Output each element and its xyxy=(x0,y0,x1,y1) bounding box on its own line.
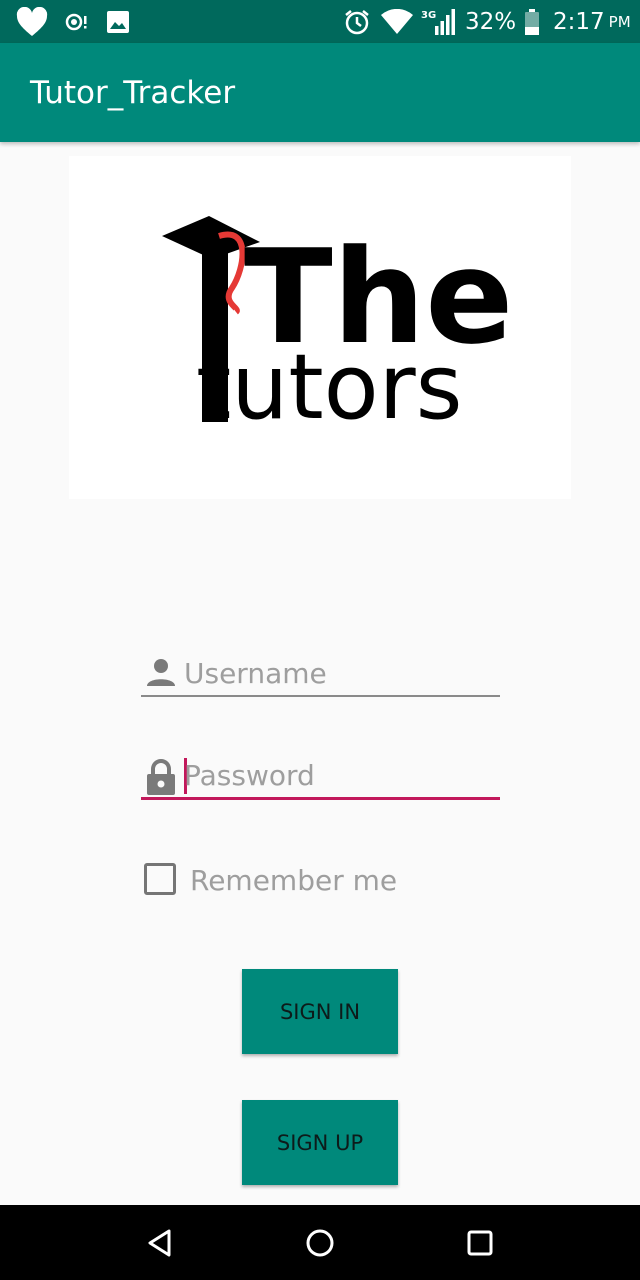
wifi-icon xyxy=(380,0,414,43)
username-field[interactable]: Username xyxy=(141,650,500,700)
remember-me-label: Remember me xyxy=(190,864,398,897)
hotspot-icon xyxy=(63,0,89,43)
remember-me-row[interactable]: Remember me xyxy=(144,860,404,900)
heart-icon xyxy=(16,0,48,43)
lock-icon xyxy=(145,758,177,801)
username-underline xyxy=(141,695,500,697)
image-icon xyxy=(106,0,130,43)
back-button[interactable] xyxy=(120,1205,200,1280)
person-icon xyxy=(145,656,177,693)
signal-3g-icon: 3G xyxy=(421,0,457,43)
status-bar: 3G 32% 2:17 PM xyxy=(0,0,640,43)
app-bar: Tutor_Tracker xyxy=(0,43,640,142)
logo-card: The tutors xyxy=(69,156,571,499)
battery-percent: 32% xyxy=(465,8,517,35)
navigation-bar xyxy=(0,1205,640,1280)
app-title: Tutor_Tracker xyxy=(30,74,236,111)
clock: 2:17 PM xyxy=(553,0,631,43)
sign-in-button[interactable]: SIGN IN xyxy=(242,969,398,1054)
remember-me-checkbox[interactable] xyxy=(144,863,176,895)
sign-up-button[interactable]: SIGN UP xyxy=(242,1100,398,1185)
alarm-icon xyxy=(343,0,371,43)
svg-text:3G: 3G xyxy=(421,10,436,21)
username-placeholder: Username xyxy=(184,657,327,690)
recents-icon xyxy=(467,1230,493,1255)
home-button[interactable] xyxy=(280,1205,360,1280)
password-field[interactable]: Password xyxy=(141,752,500,804)
logo-line2: tutors xyxy=(196,335,463,440)
the-tutors-logo: The tutors xyxy=(162,216,513,440)
clock-ampm: PM xyxy=(608,12,631,31)
recents-button[interactable] xyxy=(440,1205,520,1280)
home-icon xyxy=(306,1229,334,1256)
clock-time: 2:17 xyxy=(553,8,605,35)
password-placeholder: Password xyxy=(184,759,315,792)
password-underline xyxy=(141,797,500,800)
back-icon xyxy=(148,1229,171,1256)
battery-icon xyxy=(524,0,540,43)
